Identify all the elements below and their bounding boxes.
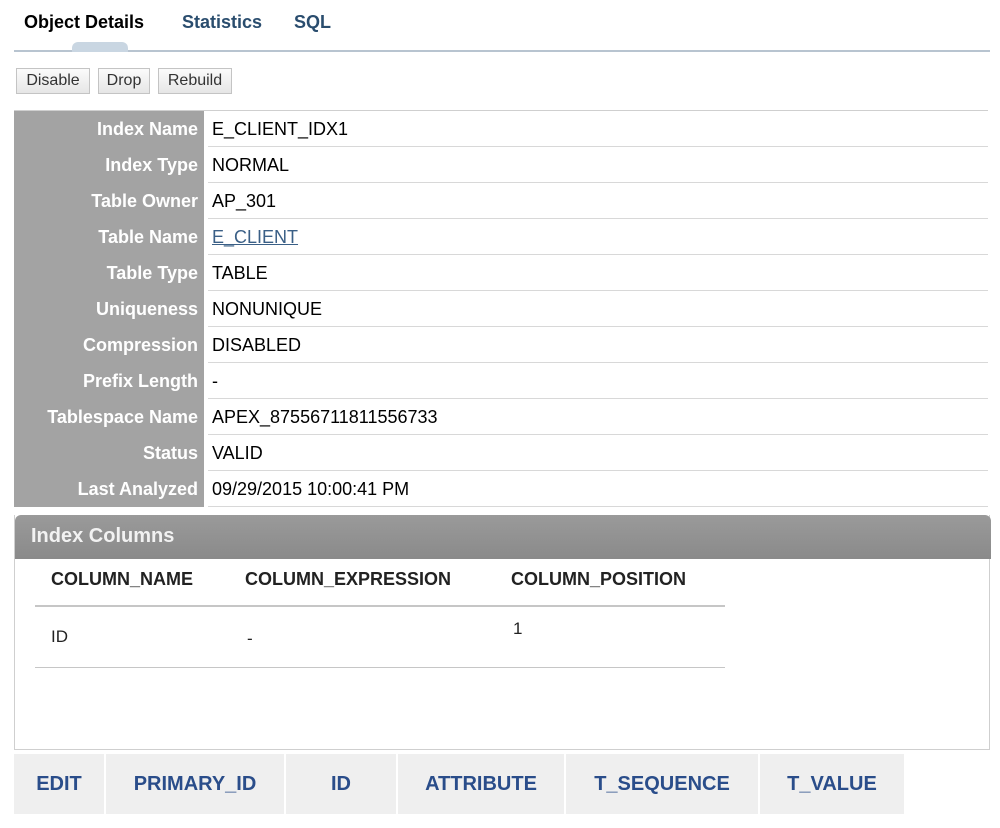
- detail-row: Table Owner AP_301: [14, 183, 988, 219]
- detail-separator: [204, 147, 208, 183]
- detail-value: DISABLED: [212, 335, 302, 355]
- detail-label: Table Type: [14, 255, 204, 291]
- index-columns-region: Index Columns COLUMN_NAME COLUMN_EXPRESS…: [14, 515, 991, 750]
- detail-row: Status VALID: [14, 435, 988, 471]
- tab-bar: Object Details Statistics SQL: [14, 0, 990, 52]
- rebuild-button[interactable]: Rebuild: [158, 68, 232, 94]
- table-name-link[interactable]: E_CLIENT: [212, 219, 298, 255]
- column-header-column-name[interactable]: COLUMN_NAME: [51, 569, 193, 590]
- detail-label: Table Name: [14, 219, 204, 255]
- report-column-header-edit[interactable]: EDIT: [14, 754, 106, 814]
- detail-separator: [204, 183, 208, 219]
- detail-value: TABLE: [212, 263, 268, 283]
- drop-button[interactable]: Drop: [98, 68, 150, 94]
- table-cell-column-expression: -: [247, 629, 253, 648]
- detail-value: -: [212, 371, 218, 391]
- region-title: Index Columns: [31, 525, 175, 547]
- detail-separator: [204, 327, 208, 363]
- detail-label: Compression: [14, 327, 204, 363]
- report-column-header-attribute[interactable]: ATTRIBUTE: [398, 754, 566, 814]
- detail-separator: [204, 399, 208, 435]
- tab-statistics[interactable]: Statistics: [182, 12, 262, 33]
- detail-row: Prefix Length -: [14, 363, 988, 399]
- detail-value: NORMAL: [212, 155, 290, 175]
- tab-object-details[interactable]: Object Details: [24, 12, 144, 33]
- column-header-column-position[interactable]: COLUMN_POSITION: [511, 569, 686, 590]
- detail-separator: [204, 363, 208, 399]
- report-column-header-id[interactable]: ID: [286, 754, 398, 814]
- detail-separator: [204, 291, 208, 327]
- table-cell-column-position: 1: [513, 619, 523, 638]
- detail-row: Last Analyzed 09/29/2015 10:00:41 PM: [14, 471, 988, 507]
- detail-row: Tablespace Name APEX_87556711811556733: [14, 399, 988, 435]
- detail-row: Table Type TABLE: [14, 255, 988, 291]
- active-tab-indicator: [72, 42, 128, 52]
- detail-label: Index Type: [14, 147, 204, 183]
- region-header: Index Columns: [15, 515, 991, 559]
- detail-row: Table Name E_CLIENT: [14, 219, 988, 255]
- detail-label: Tablespace Name: [14, 399, 204, 435]
- table-cell-column-name: ID: [51, 627, 68, 646]
- detail-separator: [204, 219, 208, 255]
- detail-separator: [204, 471, 208, 507]
- report-header-row: EDIT PRIMARY_ID ID ATTRIBUTE T_SEQUENCE T_VAL…: [14, 754, 906, 814]
- detail-row: Compression DISABLED: [14, 327, 988, 363]
- header-divider: [35, 605, 725, 607]
- detail-value: VALID: [212, 443, 263, 463]
- detail-separator: [204, 111, 208, 147]
- detail-label: Status: [14, 435, 204, 471]
- detail-value: 09/29/2015 10:00:41 PM: [212, 479, 410, 499]
- detail-label: Table Owner: [14, 183, 204, 219]
- detail-separator: [204, 255, 208, 291]
- detail-value: NONUNIQUE: [212, 299, 323, 319]
- detail-value: E_CLIENT_IDX1: [212, 119, 349, 139]
- detail-value: AP_301: [212, 191, 277, 211]
- report-column-header-t-sequence[interactable]: T_SEQUENCE: [566, 754, 760, 814]
- detail-row: Index Name E_CLIENT_IDX1: [14, 111, 988, 147]
- detail-row: Index Type NORMAL: [14, 147, 988, 183]
- detail-label: Prefix Length: [14, 363, 204, 399]
- detail-separator: [204, 435, 208, 471]
- column-header-column-expression[interactable]: COLUMN_EXPRESSION: [245, 569, 451, 590]
- row-divider: [35, 667, 725, 668]
- report-column-header-t-value[interactable]: T_VALUE: [760, 754, 906, 814]
- detail-row: Uniqueness NONUNIQUE: [14, 291, 988, 327]
- report-column-header-primary-id[interactable]: PRIMARY_ID: [106, 754, 286, 814]
- tab-sql[interactable]: SQL: [294, 12, 331, 33]
- disable-button[interactable]: Disable: [16, 68, 90, 94]
- detail-label: Last Analyzed: [14, 471, 204, 507]
- index-details-table: Index Name E_CLIENT_IDX1 Index Type NORMAL T…: [14, 110, 988, 507]
- detail-label: Index Name: [14, 111, 204, 147]
- detail-label: Uniqueness: [14, 291, 204, 327]
- detail-value: APEX_87556711811556733: [212, 407, 438, 427]
